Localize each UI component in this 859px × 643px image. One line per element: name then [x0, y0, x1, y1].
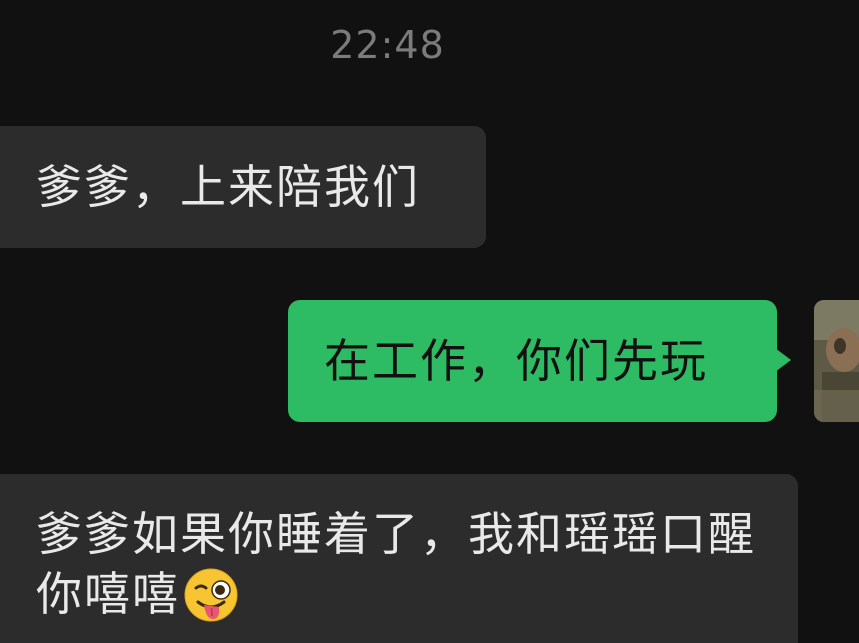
chat-screen: 22:48 爹爹，上来陪我们 在工作，你们先玩 爹爹如果你睡着了，我和瑶瑶口醒你…	[0, 0, 859, 643]
incoming-message-bubble[interactable]: 爹爹如果你睡着了，我和瑶瑶口醒你嘻嘻	[0, 474, 798, 643]
avatar-photo-icon	[814, 300, 859, 422]
message-text: 爹爹如果你睡着了，我和瑶瑶口醒你嘻嘻	[36, 507, 756, 621]
outgoing-message-bubble[interactable]: 在工作，你们先玩	[288, 300, 777, 422]
message-text: 在工作，你们先玩	[324, 334, 708, 388]
message-timestamp: 22:48	[330, 23, 445, 67]
outgoing-bubble-tail	[775, 348, 791, 372]
message-text: 爹爹，上来陪我们	[36, 160, 420, 214]
incoming-message-bubble[interactable]: 爹爹，上来陪我们	[0, 126, 486, 248]
winking-face-with-tongue-icon	[184, 568, 238, 622]
user-avatar[interactable]	[814, 300, 859, 422]
